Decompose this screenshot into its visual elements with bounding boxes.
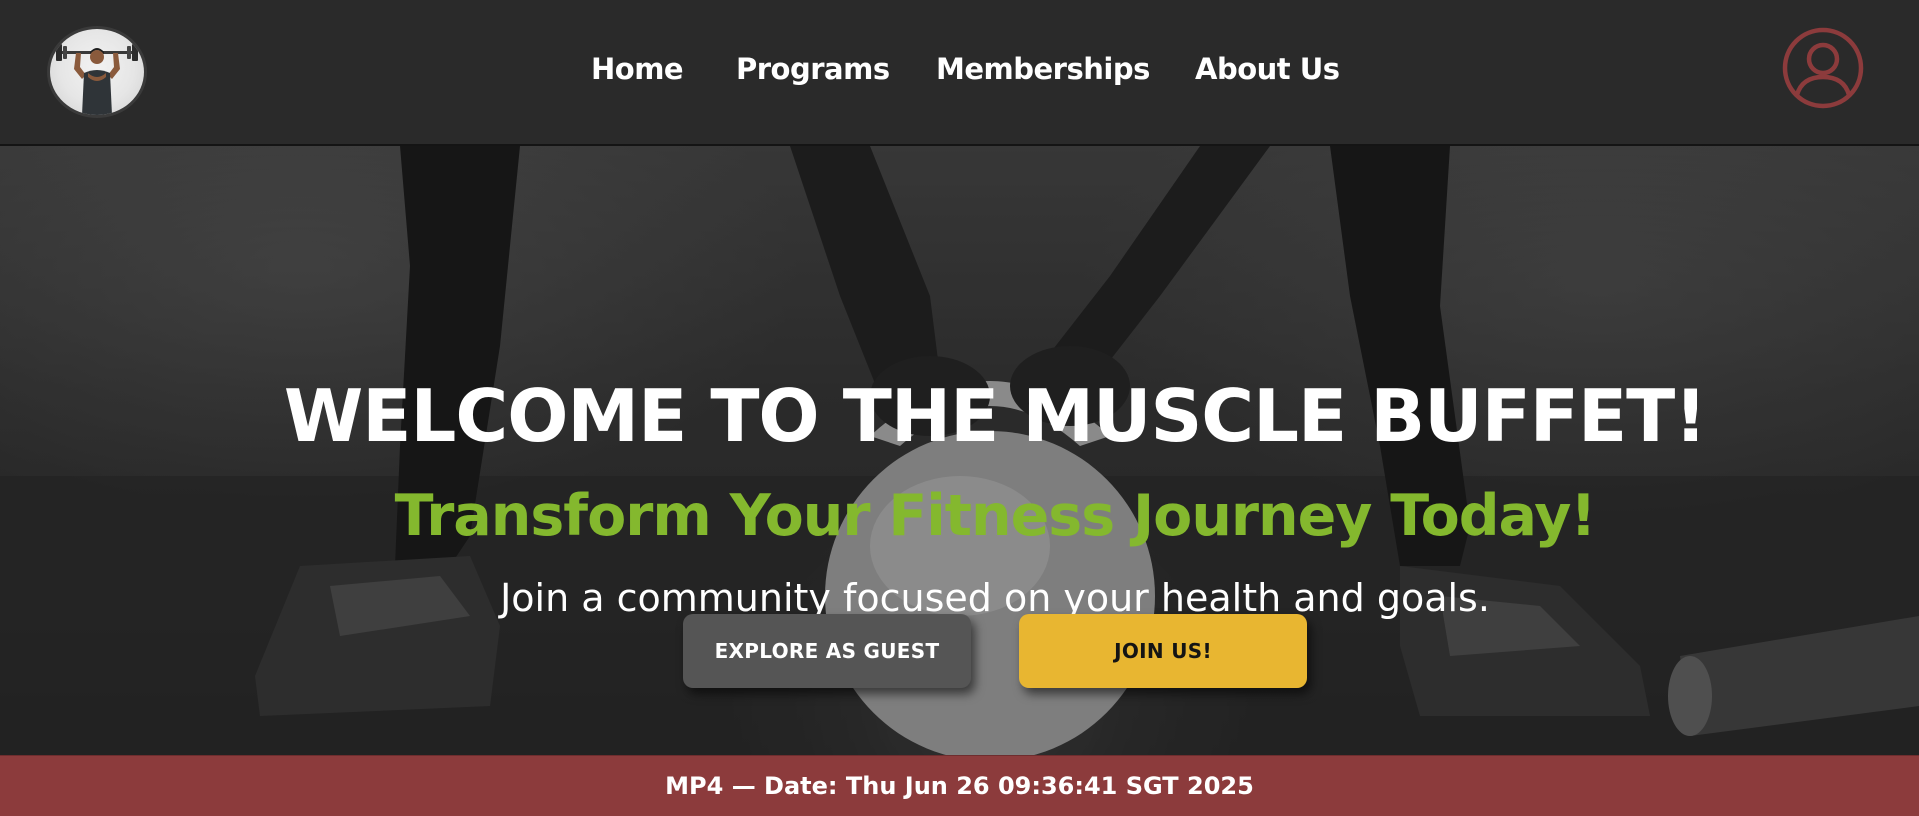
- top-navbar: Home Programs Memberships About Us: [0, 0, 1919, 146]
- nav-home-link[interactable]: Home: [591, 52, 684, 86]
- user-profile-icon[interactable]: [1782, 27, 1864, 109]
- footer-status-bar: MP4 — Date: Thu Jun 26 09:36:41 SGT 2025: [0, 755, 1919, 816]
- hero-section: WELCOME TO THE MUSCLE BUFFET! Transform …: [0, 146, 1919, 755]
- nav-about-us-link[interactable]: About Us: [1195, 52, 1340, 86]
- hero-title: WELCOME TO THE MUSCLE BUFFET!: [283, 374, 1707, 459]
- footer-status-text: MP4 — Date: Thu Jun 26 09:36:41 SGT 2025: [665, 772, 1254, 800]
- join-us-button[interactable]: JOIN US!: [1019, 614, 1307, 688]
- hero-subtitle: Transform Your Fitness Journey Today!: [394, 483, 1597, 550]
- nav-programs-link[interactable]: Programs: [736, 52, 890, 86]
- nav-memberships-link[interactable]: Memberships: [936, 52, 1150, 86]
- explore-as-guest-button[interactable]: EXPLORE AS GUEST: [683, 614, 971, 688]
- main-nav: Home Programs Memberships About Us: [0, 0, 1919, 146]
